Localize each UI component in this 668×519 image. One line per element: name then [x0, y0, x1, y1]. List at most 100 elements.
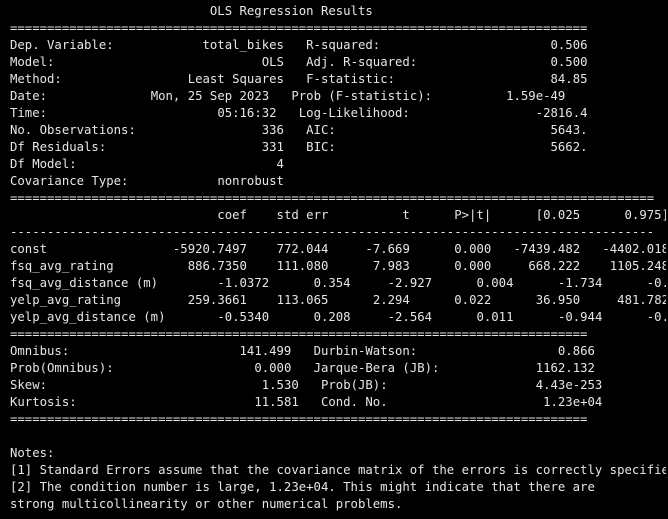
diagnostic-row: Skew: 1.530 Prob(JB): 4.43e-253	[10, 378, 602, 392]
diagnostic-value: 1.530	[261, 378, 299, 392]
summary-stat-label: AIC:	[306, 123, 336, 137]
coef-value: -0.340	[646, 276, 666, 290]
coef-value: -0.5340	[217, 310, 270, 324]
diagnostic-value: 0.000	[254, 361, 292, 375]
summary-stat-value: 5643.	[550, 123, 588, 137]
diagnostic-row: Kurtosis: 11.581 Cond. No. 1.23e+04	[10, 395, 602, 409]
coef-value: 259.3661	[187, 293, 247, 307]
coef-header: [0.025	[535, 208, 581, 222]
coef-value: -0.944	[557, 310, 603, 324]
summary-row: No. Observations: 336 AIC: 5643.	[10, 123, 588, 137]
coef-header: coef	[217, 208, 247, 222]
coef-term: yelp_avg_distance (m)	[10, 310, 166, 324]
summary-value: 336	[261, 123, 284, 137]
summary-stat-value: -2816.4	[535, 106, 588, 120]
coef-value: 113.065	[276, 293, 329, 307]
diagnostic-value: 11.581	[254, 395, 299, 409]
summary-label: Dep. Variable:	[10, 38, 114, 52]
summary-stat-value: 1.59e-49	[506, 89, 566, 103]
diagnostic-row: Prob(Omnibus): 0.000 Jarque-Bera (JB): 1…	[10, 361, 595, 375]
notes-heading: Notes:	[10, 446, 55, 460]
coef-term: fsq_avg_distance (m)	[10, 276, 159, 290]
coef-value: -1.0372	[217, 276, 270, 290]
summary-value: 05:16:32	[217, 106, 277, 120]
summary-stat-label: F-statistic:	[306, 72, 395, 86]
diagnostic-stat-value: 0.866	[557, 344, 595, 358]
summary-stat-label: R-squared:	[306, 38, 381, 52]
note-line: [2] The condition number is large, 1.23e…	[10, 480, 595, 494]
summary-label: Model:	[10, 55, 55, 69]
summary-stat-value: 0.500	[550, 55, 588, 69]
coef-header: P>|t|	[454, 208, 492, 222]
summary-value: Mon, 25 Sep 2023	[150, 89, 270, 103]
summary-label: Time:	[10, 106, 48, 120]
coef-value: 0.011	[476, 310, 514, 324]
coef-header: t	[402, 208, 410, 222]
diagnostic-label: Prob(Omnibus):	[10, 361, 114, 375]
summary-value: Least Squares	[187, 72, 284, 86]
summary-stat-label: Log-Likelihood:	[298, 106, 410, 120]
coef-header: std err	[276, 208, 329, 222]
summary-label: Method:	[10, 72, 62, 86]
coef-value: -2.927	[387, 276, 433, 290]
coef-value: -5920.7497	[172, 242, 247, 256]
diagnostic-stat-label: Durbin-Watson:	[313, 344, 418, 358]
diagnostic-value: 141.499	[239, 344, 292, 358]
note-line: [1] Standard Errors assume that the cova…	[10, 463, 666, 477]
summary-label: Df Residuals:	[10, 140, 107, 154]
ols-output: OLS Regression Results =================…	[10, 3, 666, 513]
coef-value: 7.983	[372, 259, 410, 273]
diagnostic-label: Skew:	[10, 378, 48, 392]
results-title: OLS Regression Results	[209, 4, 373, 18]
coef-value: 0.000	[454, 242, 492, 256]
summary-value: total_bikes	[202, 38, 284, 52]
coef-value: -7439.482	[513, 242, 581, 256]
summary-row: Df Residuals: 331 BIC: 5662.	[10, 140, 588, 154]
coef-value: 0.000	[454, 259, 492, 273]
summary-stat-value: 5662.	[550, 140, 588, 154]
coef-term: yelp_avg_rating	[10, 293, 122, 307]
coef-value: -0.124	[646, 310, 666, 324]
bottom-double-rule: ========================================…	[10, 412, 588, 426]
coef-value: 0.354	[313, 276, 351, 290]
coef-row: const -5920.7497 772.044 -7.669 0.000 -7…	[10, 242, 666, 256]
diagnostic-stat-label: Cond. No.	[320, 395, 388, 409]
summary-row: Time: 05:16:32 Log-Likelihood: -2816.4	[10, 106, 588, 120]
summary-value: 331	[261, 140, 284, 154]
coef-value: 668.222	[528, 259, 581, 273]
summary-value: 4	[276, 157, 284, 171]
note-line: strong multicollinearity or other numeri…	[10, 497, 403, 511]
coef-top-double-rule: ========================================…	[10, 191, 655, 205]
diagnostic-label: Omnibus:	[10, 344, 70, 358]
diagnostic-stat-value: 1.23e+04	[543, 395, 603, 409]
coef-value: -2.564	[387, 310, 433, 324]
diagnostic-stat-label: Prob(JB):	[320, 378, 388, 392]
summary-stat-label: Adj. R-squared:	[306, 55, 418, 69]
coef-value: 0.004	[476, 276, 514, 290]
coef-value: -4402.018	[602, 242, 666, 256]
summary-label: Date:	[10, 89, 48, 103]
diagnostic-label: Kurtosis:	[10, 395, 77, 409]
diagnostic-stat-value: 4.43e-253	[535, 378, 603, 392]
summary-stat-value: 84.85	[550, 72, 588, 86]
diagnostic-stat-label: Jarque-Bera (JB):	[313, 361, 440, 375]
summary-stat-label: Prob (F-statistic):	[291, 89, 433, 103]
summary-value: OLS	[261, 55, 284, 69]
summary-row: Dep. Variable: total_bikes R-squared: 0.…	[10, 38, 588, 52]
summary-row: Model: OLS Adj. R-squared: 0.500	[10, 55, 588, 69]
coef-value: 2.294	[372, 293, 410, 307]
top-double-rule: ========================================…	[10, 21, 588, 35]
summary-row: Df Model: 4	[10, 157, 284, 171]
results-title-line: OLS Regression Results	[10, 4, 373, 18]
coef-value: 36.950	[535, 293, 581, 307]
coef-value: -1.734	[557, 276, 603, 290]
coef-value: 111.080	[276, 259, 329, 273]
coef-value: 481.782	[617, 293, 666, 307]
coef-bottom-double-rule: ========================================…	[10, 327, 588, 341]
notebook-output-area: OLS Regression Results =================…	[10, 3, 666, 517]
coef-header-row: coef std err t P>|t| [0.025 0.975]	[10, 208, 666, 222]
coef-value: 772.044	[276, 242, 329, 256]
coef-value: 1105.248	[609, 259, 666, 273]
coef-value: 0.208	[313, 310, 351, 324]
summary-row: Covariance Type: nonrobust	[10, 174, 284, 188]
